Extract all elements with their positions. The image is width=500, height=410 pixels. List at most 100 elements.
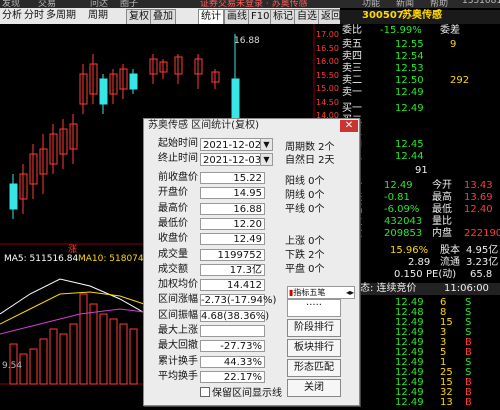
tab-arrows-icon[interactable]: ◂▸ <box>346 287 354 298</box>
chevron-down-icon[interactable]: ▼ <box>260 139 272 150</box>
huaxian-button[interactable]: 画线 <box>224 9 250 25</box>
field-value: 15.22 <box>200 172 265 184</box>
field-value: -2.73(-17.94%) <box>200 294 277 307</box>
quote-panel: 300507 苏奥传感 委比 -15.99% 委差 卖五 12.55 9 卖四 12.5… <box>340 8 500 408</box>
f10-button[interactable]: F10 <box>248 9 273 25</box>
row-91: 91 <box>340 165 500 177</box>
diejia-button[interactable]: 叠加 <box>150 9 176 25</box>
ma5-label: MA5: 511516.84 <box>4 254 79 264</box>
dialog-title-bar[interactable]: 苏奥传感 区间统计(复权) ✕ <box>144 119 359 133</box>
field-value: 1199752 <box>200 248 265 261</box>
candle-count-stat: 阴线 0个 <box>285 190 325 201</box>
field-label: 区间振幅 <box>158 309 198 321</box>
more-button[interactable]: ····· <box>287 299 341 317</box>
candle-count-stat: 上涨 0个 <box>285 236 325 247</box>
biaoji-button[interactable]: 标记 <box>270 9 296 25</box>
menu-xinwen[interactable]: 新闻 <box>396 0 414 8</box>
price-axis-tick: 15.00 <box>316 84 339 93</box>
float-label: 流通 <box>440 257 460 268</box>
range-stats-dialog: 苏奥传感 区间统计(复权) ✕ 起始时间 2021-12-02 ▼ 终止时间 2… <box>143 118 360 406</box>
pattern-match-button[interactable]: 形态匹配 <box>287 359 341 377</box>
start-date-picker[interactable]: 2021-12-02 ▼ <box>200 138 273 151</box>
field-label: 最低价 <box>158 217 188 229</box>
menu-faxian[interactable]: 发现 <box>2 0 20 8</box>
field-label: 最高价 <box>158 202 188 214</box>
indicator-tabs[interactable]: ▮指标五笔 ◂▸ <box>287 286 355 299</box>
order-book-row: 卖四 12.54 <box>340 51 500 63</box>
candle-high-label: 16.88 <box>234 36 260 46</box>
stat-label-2: 内盘 <box>432 228 452 239</box>
end-date-picker[interactable]: 2021-12-03 ▼ <box>200 153 273 166</box>
close-button[interactable]: 关闭 <box>287 379 341 397</box>
tab-fenshi[interactable]: 分时 <box>24 9 44 23</box>
close-icon[interactable]: ✕ <box>340 120 358 132</box>
tongji-button[interactable]: 统计 <box>198 9 224 25</box>
sector-rank-button[interactable]: 板块排行 <box>287 339 341 357</box>
field-value: 44.33% <box>200 355 265 368</box>
level-price: 12.49 <box>395 103 424 114</box>
tab-duozhouqi[interactable]: 多周期 <box>46 9 76 23</box>
order-book-row: 买二 <box>340 115 500 127</box>
phone-number: 13510818 <box>462 0 500 6</box>
menu-quanzi[interactable]: 圈子 <box>120 0 138 8</box>
order-book-row: 卖一 12.49 <box>340 87 500 99</box>
tab-zhouqi[interactable]: 周期 <box>88 9 108 23</box>
volume-bar <box>39 338 48 385</box>
stat-label-2: 最低 <box>432 204 452 215</box>
volume-bar <box>99 313 108 385</box>
stock-code: 300507 <box>362 10 404 21</box>
field-label: 成交额 <box>158 263 188 275</box>
end-time-label: 终止时间 <box>158 153 198 164</box>
field-label: 最大上涨 <box>158 325 198 336</box>
stat-value: 12.49 <box>384 180 413 191</box>
field-label: 前收盘价 <box>158 172 198 183</box>
candle-body <box>129 73 138 90</box>
stage-rank-button[interactable]: 阶段排行 <box>287 319 341 337</box>
stat-value: -6.09% <box>384 204 420 215</box>
candle-count-stat: 下跌 2个 <box>285 250 325 261</box>
checkbox-label: 保留区间显示线 <box>212 388 282 399</box>
checkbox-icon[interactable] <box>200 387 210 397</box>
order-book-row: 卖二 12.50 292 <box>340 75 500 87</box>
fuquan-button[interactable]: 复权 <box>126 9 152 25</box>
price-axis-tick: 16.00 <box>316 57 339 66</box>
candle-body <box>231 78 240 120</box>
volume-bar <box>129 328 138 385</box>
chevron-down-icon[interactable]: ▼ <box>260 154 272 165</box>
menu-jiaoyi[interactable]: 交易 <box>38 0 56 8</box>
stat-value: -0.81 <box>384 192 410 203</box>
weicha-label: 委差 <box>440 25 460 36</box>
stat-label-2: 量比 <box>432 216 452 227</box>
menu-wenda[interactable]: 问达 <box>90 0 108 8</box>
pe-label: PE(动) <box>426 269 457 280</box>
value-91: 91 <box>415 165 428 176</box>
field-value: 16.88 <box>200 202 265 215</box>
price-axis-tick: 14.50 <box>316 97 339 107</box>
price-axis-tick: 17.00 <box>316 30 339 39</box>
level-price: 12.44 <box>395 151 424 162</box>
eps-value: 0.150 <box>394 269 423 280</box>
menu-gongneng[interactable]: 功能 <box>362 0 380 8</box>
stat-value: 432043 <box>384 216 423 227</box>
keep-range-checkbox[interactable]: 保留区间显示线 <box>200 384 282 399</box>
volume-bar <box>79 293 88 385</box>
end-date-value: 2021-12-03 <box>203 155 262 166</box>
level-price: 12.50 <box>395 75 424 86</box>
field-value: 22.17% <box>200 370 265 383</box>
stat-value-2: 12.40 <box>464 204 493 215</box>
menu-bangzhu[interactable]: 帮助 <box>430 0 448 8</box>
zixuan-button[interactable]: 自选 <box>294 9 320 25</box>
level-price: 12.45 <box>395 139 424 150</box>
level-label: 卖五 <box>342 39 362 50</box>
order-book-row: 卖五 12.55 9 <box>340 39 500 51</box>
pe-value: 65.8 <box>470 269 493 280</box>
field-value <box>200 325 265 337</box>
turnover-row: 15.96% 股本 4.95亿 <box>340 245 500 257</box>
field-label: 开盘价 <box>158 187 188 199</box>
field-value: 12.20 <box>200 217 265 230</box>
tab-fenxi[interactable]: 分析 <box>2 9 22 23</box>
level-price: 12.55 <box>395 39 424 50</box>
candle-count-stat: 平线 0个 <box>285 204 325 215</box>
stat-value-2: 13.69 <box>464 192 493 203</box>
level-label: 卖一 <box>342 87 362 98</box>
